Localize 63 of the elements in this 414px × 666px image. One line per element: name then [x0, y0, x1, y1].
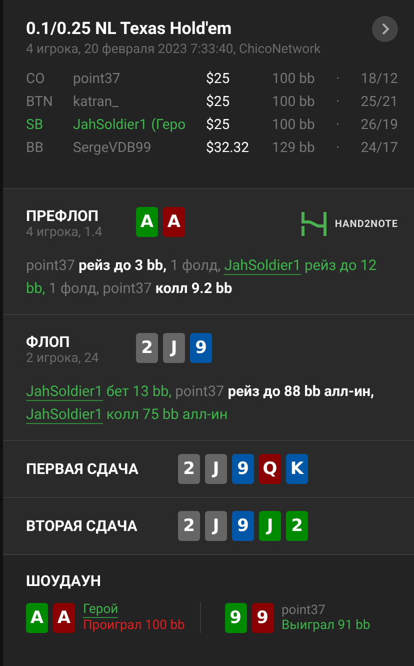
position-label: BTN	[26, 94, 54, 110]
playing-card: 9	[232, 454, 254, 484]
street-title: ПЕРВАЯ СДАЧА	[26, 460, 140, 478]
position-label: BB	[26, 140, 44, 156]
player-name[interactable]: Герой	[83, 602, 118, 618]
result-text: Выиграл 91 bb	[282, 618, 370, 632]
playing-card: J	[205, 511, 227, 541]
separator-dot: ·	[336, 71, 340, 87]
action-text: point37 рейз до 3 bb, 1 фолд, JahSoldier1 рейз до 12 bb, 1 фолд, point37 колл 9.2 bb	[26, 256, 378, 299]
street-title: ФЛОП	[26, 333, 71, 351]
chevron-right-icon	[380, 23, 390, 35]
hand-subtitle: 4 игрока, 20 февраля 2023 7:33:40, ChicoNetwork	[26, 42, 322, 57]
stack-bb: 100 bb	[272, 117, 316, 133]
stack-bb: 129 bb	[272, 140, 316, 156]
showdown-title: ШОУДАУН	[26, 572, 102, 590]
stack-amount: $25	[206, 117, 231, 133]
hand-title: 0.1/0.25 NL Texas Hold'em	[26, 19, 232, 39]
next-button[interactable]	[372, 16, 398, 42]
stack-amount: $25	[206, 94, 231, 110]
playing-card: 2	[178, 511, 200, 541]
player-stats: 18/12	[360, 71, 398, 87]
playing-card: 9	[224, 602, 246, 632]
player-stats: 24/17	[360, 140, 398, 156]
stack-bb: 100 bb	[272, 94, 316, 110]
logo-icon	[300, 212, 327, 236]
playing-card: A	[163, 207, 185, 237]
position-label: SB	[26, 117, 44, 133]
playing-card: J	[259, 511, 281, 541]
stack-amount: $32.32	[206, 140, 250, 156]
street-title: ПРЕФЛОП	[26, 207, 100, 225]
position-label: CO	[26, 71, 46, 87]
logo-text: HAND2NOTE	[334, 218, 398, 230]
playing-card: Q	[259, 454, 281, 484]
playing-card: A	[53, 602, 75, 632]
playing-card: K	[286, 454, 308, 484]
playing-card: A	[136, 207, 158, 237]
player-name: point37	[282, 602, 326, 618]
street-subtitle: 2 игрока, 24	[26, 351, 100, 366]
stack-amount: $25	[206, 71, 231, 87]
playing-card: 9	[232, 511, 254, 541]
player-name: SergeVDB99	[73, 140, 152, 156]
separator-dot: ·	[336, 117, 340, 133]
player-stats: 26/19	[360, 117, 398, 133]
playing-card: 9	[252, 602, 274, 632]
playing-card: 2	[286, 511, 308, 541]
playing-card: J	[205, 454, 227, 484]
result-text: Проиграл 100 bb	[83, 618, 185, 633]
player-name[interactable]: JahSoldier1	[73, 117, 148, 133]
player-name: katran_	[73, 94, 118, 110]
player-name: point37	[73, 71, 120, 87]
stack-bb: 100 bb	[272, 71, 316, 87]
playing-card: 9	[190, 333, 212, 363]
player-stats: 25/21	[360, 94, 398, 110]
separator-dot: ·	[336, 140, 340, 156]
playing-card: J	[163, 333, 185, 363]
street-title: ВТОРАЯ СДАЧА	[26, 517, 138, 535]
playing-card: 2	[178, 454, 200, 484]
street-subtitle: 4 игрока, 1.4	[26, 225, 104, 240]
hero-tag: (Геро	[151, 117, 186, 133]
action-text: JahSoldier1 бет 13 bb, point37 рейз до 88 bb алл-ин, JahSoldier1 колл 75 bb алл-ин	[26, 382, 376, 426]
playing-card: A	[26, 602, 48, 632]
playing-card: 2	[136, 333, 158, 363]
separator-dot: ·	[336, 94, 340, 110]
